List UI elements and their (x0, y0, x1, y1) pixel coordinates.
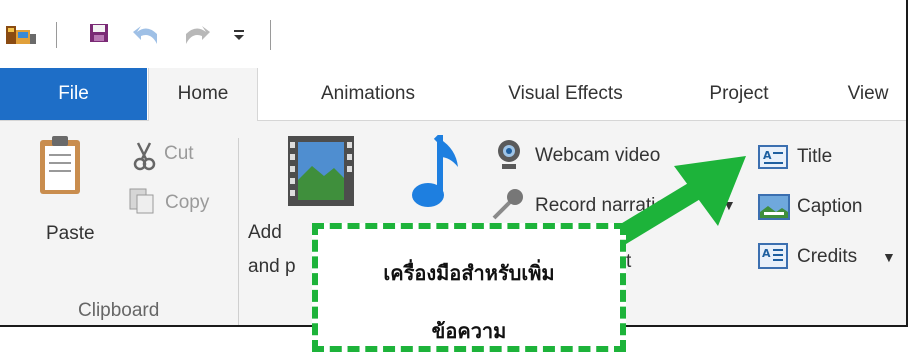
credits-icon: A (758, 243, 788, 274)
microphone-icon (490, 186, 526, 227)
tab-project[interactable]: Project (684, 68, 794, 120)
caption-icon (758, 194, 790, 225)
customize-toolbar-dropdown-icon[interactable] (232, 22, 246, 44)
tab-view[interactable]: View (826, 68, 906, 120)
annotation-text-line2: ข้อความ (431, 319, 507, 343)
credits-dropdown-icon[interactable]: ▼ (882, 249, 896, 265)
title-button[interactable]: Title (797, 146, 832, 168)
quick-access-toolbar (0, 0, 906, 68)
redo-icon[interactable] (182, 22, 212, 44)
clipboard-group-label: Clipboard (78, 300, 160, 321)
annotation-text-line1: เครื่องมือสำหรับเพิ่ม (383, 261, 555, 285)
ribbon-tabs: File Home Animations Visual Effects Proj… (0, 68, 906, 121)
toolbar-divider (270, 20, 271, 50)
clipboard-paste-icon[interactable] (38, 134, 82, 201)
film-strip-icon[interactable] (288, 136, 354, 211)
tab-home[interactable]: Home (148, 68, 258, 121)
copy-icon (128, 187, 156, 220)
group-divider (238, 138, 239, 325)
movie-maker-app-icon[interactable] (4, 22, 38, 44)
add-videos-label-line2[interactable]: and p (248, 256, 296, 278)
scissors-cut-icon (132, 141, 156, 176)
undo-icon[interactable] (131, 22, 161, 44)
svg-text:A: A (763, 149, 772, 162)
save-icon[interactable] (88, 22, 110, 44)
caption-button[interactable]: Caption (797, 196, 863, 218)
svg-text:A: A (762, 247, 771, 260)
annotation-callout: เครื่องมือสำหรับเพิ่ม ข้อความ (312, 223, 626, 352)
music-note-icon[interactable] (410, 129, 466, 220)
copy-button[interactable]: Copy (165, 192, 209, 214)
tab-animations[interactable]: Animations (298, 68, 438, 120)
credits-button[interactable]: Credits (797, 246, 857, 268)
snapshot-label-tail[interactable]: t (626, 251, 631, 273)
tab-visual-effects[interactable]: Visual Effects (478, 68, 653, 120)
webcam-icon (494, 138, 524, 177)
cut-button[interactable]: Cut (164, 143, 194, 165)
tab-file[interactable]: File (0, 68, 147, 120)
title-icon: A (758, 145, 788, 174)
toolbar-divider (56, 22, 57, 48)
paste-button[interactable]: Paste (46, 223, 95, 245)
add-videos-label-line1[interactable]: Add (248, 222, 282, 244)
